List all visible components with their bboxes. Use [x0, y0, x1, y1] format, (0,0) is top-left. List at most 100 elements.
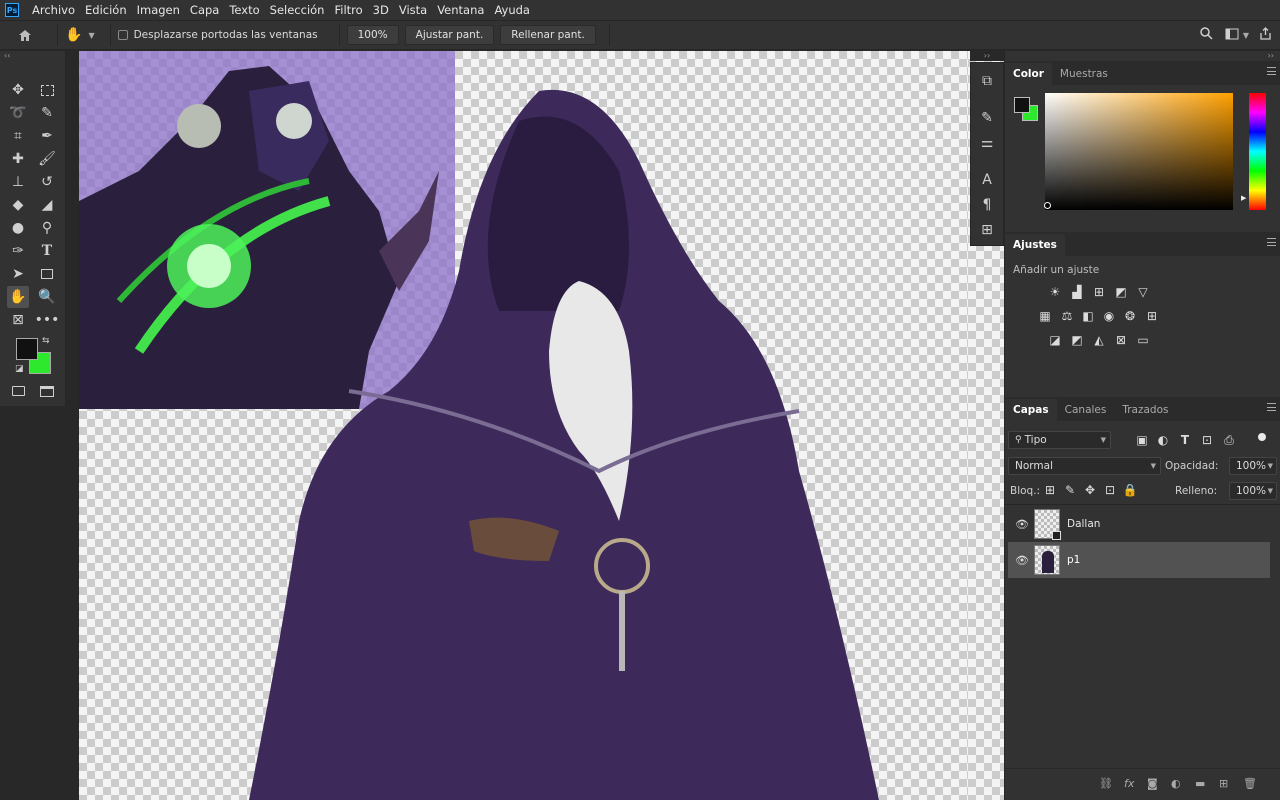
dock-collapse-icon[interactable]: ››: [970, 51, 1004, 61]
layer-row-p1[interactable]: 👁 p1: [1008, 542, 1270, 578]
blend-mode-select[interactable]: Normal ▼: [1008, 457, 1161, 475]
paragraph-panel-icon[interactable]: ¶: [976, 195, 998, 215]
foreground-color-swatch[interactable]: [16, 338, 38, 360]
fit-screen-button[interactable]: Ajustar pant.: [404, 25, 495, 45]
panel-menu-icon[interactable]: [1267, 67, 1276, 75]
scroll-all-checkbox[interactable]: [117, 30, 128, 40]
photo-filter-icon[interactable]: ◉: [1101, 309, 1117, 323]
paint-bucket-tool-icon[interactable]: ◢: [36, 194, 58, 216]
frame-tool-icon[interactable]: ⊠: [7, 309, 29, 331]
photoshop-logo-icon[interactable]: Ps: [5, 3, 19, 17]
filter-toggle-icon[interactable]: [1258, 433, 1266, 441]
zoom-tool-icon[interactable]: 🔍: [36, 286, 58, 308]
swap-colors-icon[interactable]: ⇆: [42, 336, 50, 346]
search-icon[interactable]: [1200, 27, 1213, 43]
collapse-icon[interactable]: ‹‹: [4, 51, 10, 60]
selective-color-icon[interactable]: ⊠: [1113, 333, 1129, 347]
tab-color[interactable]: Color: [1005, 63, 1052, 85]
hue-slider-handle-icon[interactable]: ▶: [1241, 194, 1246, 202]
lock-all-icon[interactable]: 🔒: [1122, 483, 1138, 497]
healing-brush-tool-icon[interactable]: ✚: [7, 148, 29, 170]
fill-screen-button[interactable]: Rellenar pant.: [500, 25, 596, 45]
filter-shape-icon[interactable]: ⊡: [1199, 433, 1215, 447]
share-icon[interactable]: [1259, 27, 1272, 43]
brush-settings-icon[interactable]: ✎: [976, 108, 998, 128]
menu-3d[interactable]: 3D: [368, 0, 394, 20]
lock-transparent-icon[interactable]: ⊞: [1042, 483, 1058, 497]
rectangle-tool-icon[interactable]: [36, 263, 58, 285]
marquee-tool-icon[interactable]: [36, 79, 58, 101]
default-colors-icon[interactable]: ◪: [15, 364, 24, 374]
fill-input[interactable]: 100% ▼: [1229, 482, 1277, 500]
color-picker-handle[interactable]: [1044, 202, 1051, 209]
hand-tool-preset-button[interactable]: ✋ ▼: [65, 27, 95, 43]
channel-mixer-icon[interactable]: ❂: [1122, 309, 1138, 323]
type-tool-icon[interactable]: T: [36, 240, 58, 262]
vibrance-icon[interactable]: ▽: [1135, 285, 1151, 299]
zoom-100-button[interactable]: 100%: [346, 25, 399, 45]
blur-tool-icon[interactable]: ●: [7, 217, 29, 239]
brush-tool-icon[interactable]: 🖌: [36, 148, 58, 170]
document-canvas[interactable]: [79, 51, 968, 800]
crop-tool-icon[interactable]: ⌗: [7, 125, 29, 147]
workspace-icon[interactable]: [1225, 28, 1239, 43]
brightness-icon[interactable]: ☀: [1047, 285, 1063, 299]
move-tool-icon[interactable]: ✥: [7, 79, 29, 101]
new-group-icon[interactable]: ▬: [1195, 777, 1205, 790]
layer-style-icon[interactable]: fx: [1124, 777, 1134, 790]
menu-texto[interactable]: Texto: [224, 0, 264, 20]
path-selection-tool-icon[interactable]: ➤: [7, 263, 29, 285]
color-balance-icon[interactable]: ⚖: [1059, 309, 1075, 323]
history-panel-icon[interactable]: ⧉: [976, 71, 998, 91]
filter-type-icon[interactable]: T: [1177, 433, 1193, 447]
curves-icon[interactable]: ⊞: [1091, 285, 1107, 299]
lock-image-icon[interactable]: ✎: [1062, 483, 1078, 497]
menu-vista[interactable]: Vista: [394, 0, 432, 20]
history-brush-tool-icon[interactable]: ↺: [36, 171, 58, 193]
panel-menu-icon[interactable]: [1267, 238, 1276, 246]
levels-icon[interactable]: ▟: [1069, 285, 1085, 299]
opacity-input[interactable]: 100% ▼: [1229, 457, 1277, 475]
tab-adjustments[interactable]: Ajustes: [1005, 234, 1065, 256]
delete-layer-icon[interactable]: 🗑: [1243, 777, 1257, 790]
menu-ventana[interactable]: Ventana: [432, 0, 489, 20]
posterize-icon[interactable]: ◩: [1069, 333, 1085, 347]
tab-paths[interactable]: Trazados: [1114, 399, 1176, 421]
dodge-tool-icon[interactable]: ⚲: [36, 217, 58, 239]
lasso-tool-icon[interactable]: ➰: [7, 102, 29, 124]
menu-imagen[interactable]: Imagen: [132, 0, 185, 20]
menu-filtro[interactable]: Filtro: [329, 0, 367, 20]
link-layers-icon[interactable]: ⛓: [1099, 777, 1113, 790]
tab-swatches[interactable]: Muestras: [1052, 63, 1116, 85]
layer-filter-select[interactable]: ⚲ Tipo ▼: [1008, 431, 1111, 449]
properties-panel-icon[interactable]: ⚌: [976, 133, 998, 153]
tab-layers[interactable]: Capas: [1005, 399, 1057, 421]
new-layer-icon[interactable]: ⊞: [1219, 777, 1228, 790]
visibility-eye-icon[interactable]: 👁: [1015, 554, 1029, 567]
add-mask-icon[interactable]: ◙: [1147, 777, 1158, 790]
visibility-eye-icon[interactable]: 👁: [1015, 518, 1029, 531]
eraser-tool-icon[interactable]: ◆: [7, 194, 29, 216]
pen-tool-icon[interactable]: ✑: [7, 240, 29, 262]
home-button[interactable]: [0, 29, 50, 42]
glyphs-panel-icon[interactable]: ⊞: [976, 220, 998, 240]
black-white-icon[interactable]: ◧: [1080, 309, 1096, 323]
panel-menu-icon[interactable]: [1267, 403, 1276, 411]
menu-capa[interactable]: Capa: [185, 0, 224, 20]
lock-artboard-icon[interactable]: ⊡: [1102, 483, 1118, 497]
quick-mask-icon[interactable]: [7, 380, 29, 402]
eyedropper-tool-icon[interactable]: ✒: [36, 125, 58, 147]
invert-icon[interactable]: ◪: [1047, 333, 1063, 347]
menu-ayuda[interactable]: Ayuda: [489, 0, 535, 20]
filter-pixel-icon[interactable]: ▣: [1134, 433, 1150, 447]
new-adjustment-layer-icon[interactable]: ◐: [1171, 777, 1181, 790]
exposure-icon[interactable]: ◩: [1113, 285, 1129, 299]
threshold-icon[interactable]: ◭: [1091, 333, 1107, 347]
panels-collapse-icon[interactable]: ››: [1268, 51, 1274, 60]
color-field[interactable]: [1045, 93, 1233, 210]
tab-channels[interactable]: Canales: [1057, 399, 1115, 421]
more-tools-icon[interactable]: •••: [35, 309, 60, 331]
gradient-map-icon[interactable]: ▭: [1135, 333, 1151, 347]
filter-adjustment-icon[interactable]: ◐: [1155, 433, 1171, 447]
chevron-down-icon[interactable]: ▼: [1243, 31, 1249, 40]
